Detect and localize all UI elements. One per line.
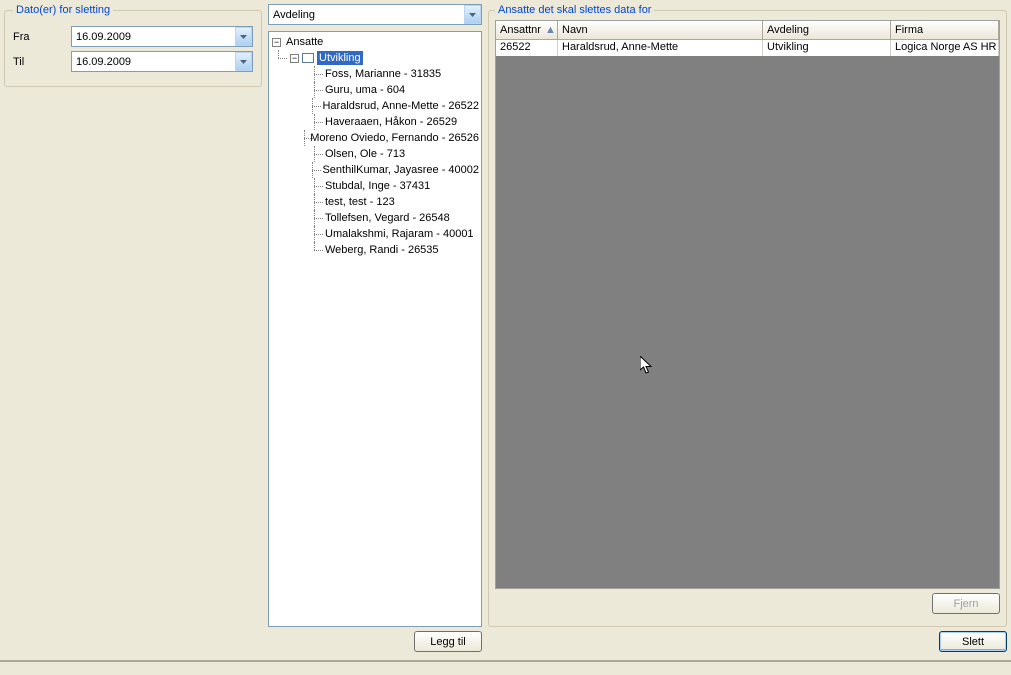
dates-fieldset: Dato(er) for sletting Fra 16.09.2009 Til… (4, 4, 262, 87)
table-cell: Haraldsrud, Anne-Mette (558, 40, 763, 56)
tree-node[interactable]: Olsen, Ole - 713 (269, 146, 481, 162)
til-date-value: 16.09.2009 (76, 56, 131, 68)
tree-node[interactable]: test, test - 123 (269, 194, 481, 210)
til-date-input[interactable]: 16.09.2009 (71, 51, 253, 72)
til-label: Til (13, 56, 71, 68)
header-navn[interactable]: Navn (558, 21, 763, 39)
grouping-combo-button[interactable] (464, 5, 481, 24)
tree-toggle[interactable]: − (290, 54, 299, 63)
header-firma[interactable]: Firma (891, 21, 999, 39)
tree-node-label: Foss, Marianne - 31835 (323, 67, 443, 81)
fjern-button[interactable]: Fjern (932, 593, 1000, 614)
tree-node[interactable]: Haraldsrud, Anne-Mette - 26522 (269, 98, 481, 114)
dates-legend: Dato(er) for sletting (13, 4, 113, 16)
tree-node-label: Ansatte (284, 35, 325, 49)
fra-date-input[interactable]: 16.09.2009 (71, 26, 253, 47)
grid-header: Ansattnr ▲ Navn Avdeling Firma (496, 21, 999, 40)
chevron-down-icon (240, 60, 247, 64)
tree-node[interactable]: − Utvikling (269, 50, 481, 66)
slett-button[interactable]: Slett (939, 631, 1007, 652)
selected-employees-legend: Ansatte det skal slettes data for (495, 4, 654, 16)
tree-node[interactable]: −Ansatte (269, 34, 481, 50)
tree-node-label: Utvikling (317, 51, 363, 65)
table-cell: Logica Norge AS HR (891, 40, 999, 56)
tree-node[interactable]: Foss, Marianne - 31835 (269, 66, 481, 82)
tree-node-label: Guru, uma - 604 (323, 83, 407, 97)
tree-node-label: Olsen, Ole - 713 (323, 147, 407, 161)
tree-node-label: Haraldsrud, Anne-Mette - 26522 (320, 99, 481, 113)
tree-node-label: Tollefsen, Vegard - 26548 (323, 211, 452, 225)
table-cell: 26522 (496, 40, 558, 56)
header-ansattnr[interactable]: Ansattnr ▲ (496, 21, 558, 39)
tree-node-label: Haveraaen, Håkon - 26529 (323, 115, 459, 129)
tree-node[interactable]: Tollefsen, Vegard - 26548 (269, 210, 481, 226)
tree-node[interactable]: Weberg, Randi - 26535 (269, 242, 481, 258)
table-row[interactable]: 26522Haraldsrud, Anne-MetteUtviklingLogi… (496, 40, 999, 56)
tree-node[interactable]: Moreno Oviedo, Fernando - 26526 (269, 130, 481, 146)
table-cell: Utvikling (763, 40, 891, 56)
tree-node[interactable]: Umalakshmi, Rajaram - 40001 (269, 226, 481, 242)
grouping-combo[interactable]: Avdeling (268, 4, 482, 25)
folder-icon (302, 53, 314, 63)
tree-node[interactable]: Haveraaen, Håkon - 26529 (269, 114, 481, 130)
tree-node-label: Weberg, Randi - 26535 (323, 243, 441, 257)
tree-toggle[interactable]: − (272, 38, 281, 47)
selected-employees-fieldset: Ansatte det skal slettes data for Ansatt… (488, 4, 1007, 627)
grouping-combo-value: Avdeling (273, 9, 315, 21)
tree-node[interactable]: Stubdal, Inge - 37431 (269, 178, 481, 194)
tree-node-label: Moreno Oviedo, Fernando - 26526 (308, 131, 481, 145)
tree-node-label: test, test - 123 (323, 195, 397, 209)
tree-node-label: SenthilKumar, Jayasree - 40002 (320, 163, 481, 177)
employee-tree[interactable]: −Ansatte−UtviklingFoss, Marianne - 31835… (268, 31, 482, 627)
fra-label: Fra (13, 31, 71, 43)
fra-date-value: 16.09.2009 (76, 31, 131, 43)
tree-node[interactable]: Guru, uma - 604 (269, 82, 481, 98)
legg-til-button[interactable]: Legg til (414, 631, 482, 652)
employee-grid[interactable]: Ansattnr ▲ Navn Avdeling Firma 26522Hara… (495, 20, 1000, 589)
tree-node-label: Stubdal, Inge - 37431 (323, 179, 432, 193)
fra-date-dropdown-button[interactable] (235, 27, 252, 46)
chevron-down-icon (469, 13, 476, 17)
sort-asc-icon: ▲ (545, 24, 556, 36)
til-date-dropdown-button[interactable] (235, 52, 252, 71)
chevron-down-icon (240, 35, 247, 39)
header-avdeling[interactable]: Avdeling (763, 21, 891, 39)
grid-body: 26522Haraldsrud, Anne-MetteUtviklingLogi… (496, 40, 999, 588)
tree-node-label: Umalakshmi, Rajaram - 40001 (323, 227, 476, 241)
tree-node[interactable]: SenthilKumar, Jayasree - 40002 (269, 162, 481, 178)
